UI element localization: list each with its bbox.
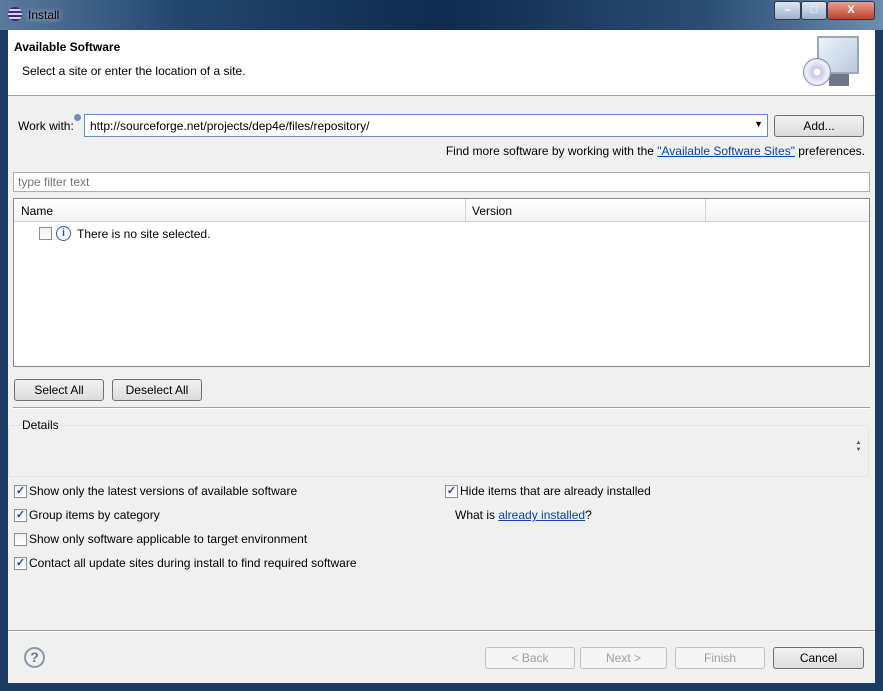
column-header-version[interactable]: Version [466,199,706,222]
already-installed-link[interactable]: already installed [498,508,585,522]
footer-divider [8,630,875,632]
title-bar[interactable] [0,0,883,30]
back-button[interactable]: < Back [485,647,575,669]
maximize-button[interactable]: □ [801,1,827,20]
hint-text: Find more software by working with the [445,144,658,158]
checkbox[interactable]: ✓ [445,485,458,498]
filter-input[interactable] [13,172,870,192]
what-is-suffix: ? [585,508,592,522]
info-icon: i [56,226,71,241]
hint-suffix: preferences. [794,144,865,158]
chevron-down-icon[interactable]: ▼ [754,119,763,129]
work-with-value: http://sourceforge.net/projects/dep4e/fi… [90,119,370,133]
help-icon[interactable]: ? [24,647,45,668]
cancel-button[interactable]: Cancel [773,647,864,669]
page-subtitle: Select a site or enter the location of a… [22,64,246,78]
work-with-combo[interactable]: http://sourceforge.net/projects/dep4e/fi… [84,114,768,137]
available-software-sites-link[interactable]: "Available Software Sites" [657,144,795,158]
finish-button[interactable]: Finish [675,647,765,669]
what-is-text: What is [455,508,499,522]
close-button[interactable]: X [827,1,875,20]
details-group [8,425,869,477]
install-software-icon [803,34,861,92]
window-title: Install [28,8,60,22]
checkbox[interactable] [14,533,27,546]
page-title: Available Software [14,40,121,54]
option-label: Contact all update sites during install … [29,556,357,570]
details-label: Details [20,418,61,432]
option-label: Show only software applicable to target … [29,532,308,546]
column-header-name[interactable]: Name [14,199,466,222]
deselect-all-button[interactable]: Deselect All [112,379,202,401]
option-label: Show only the latest versions of availab… [29,484,298,498]
select-all-button[interactable]: Select All [14,379,104,401]
eclipse-icon [8,7,22,21]
available-sites-hint: Find more software by working with the "… [446,144,865,158]
checkbox[interactable]: ✓ [14,509,27,522]
divider [13,407,870,409]
work-with-label: Work with: [18,119,74,133]
next-button[interactable]: Next > [580,647,667,669]
option-label: Hide items that are already installed [460,484,651,498]
software-table[interactable]: Name Version i There is no site selected… [13,198,870,367]
checkbox[interactable]: ✓ [14,557,27,570]
row-checkbox[interactable] [39,227,52,240]
details-scrollbar[interactable]: ▲ ▼ [854,440,863,456]
what-is-installed: What is already installed? [455,508,592,522]
add-site-button[interactable]: Add... [774,115,864,137]
row-name: There is no site selected. [77,227,211,241]
info-icon [74,114,81,121]
minimize-button[interactable]: – [774,1,801,20]
checkbox[interactable]: ✓ [14,485,27,498]
option-label: Group items by category [29,508,160,522]
wizard-header [8,30,875,96]
